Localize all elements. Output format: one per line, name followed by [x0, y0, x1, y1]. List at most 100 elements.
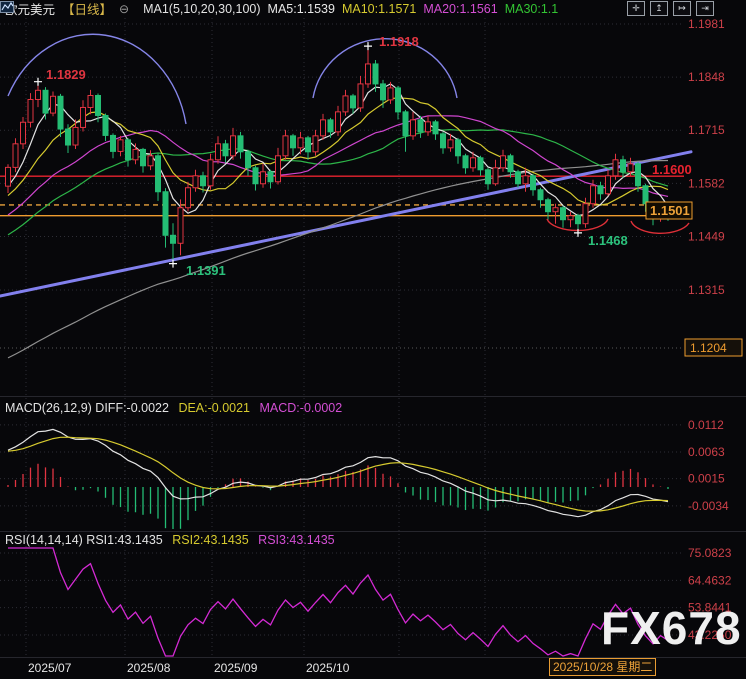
scale-up-icon[interactable]: ↥ — [650, 1, 668, 16]
candle-body — [343, 96, 348, 112]
x-axis-label: 2025/08 — [127, 661, 171, 675]
candle-body — [576, 216, 581, 224]
watermark-fx678: FX678 — [601, 605, 742, 651]
candle-body — [6, 167, 11, 186]
candle-body — [111, 135, 116, 151]
candle-body — [463, 156, 468, 168]
price-axis-label: 1.1715 — [688, 123, 725, 137]
rsi-panel-header: RSI(14,14,14) RSI1:43.1435 RSI2:43.1435 … — [5, 533, 341, 547]
macd-panel-header: MACD(26,12,9) DIFF:-0.0022 DEA:-0.0021 M… — [5, 401, 348, 415]
price-axis-label: 1.1582 — [688, 176, 725, 190]
candle-body — [141, 149, 146, 165]
candle-body — [103, 115, 108, 135]
candle-body — [298, 138, 303, 148]
candle-body — [531, 176, 536, 190]
candle-body — [493, 168, 498, 184]
candle-body — [546, 200, 551, 212]
candle-body — [568, 216, 573, 220]
macd-dea-label: DEA:-0.0021 — [178, 401, 250, 415]
swing-plus-marker — [34, 78, 42, 86]
candle-body — [606, 176, 611, 194]
candle-body — [81, 107, 86, 127]
swing-annotation: 1.1829 — [46, 67, 86, 82]
macd-axis-label: 0.0063 — [688, 445, 725, 459]
candle-body — [171, 235, 176, 243]
candle-body — [351, 96, 356, 108]
candle-body — [418, 120, 423, 132]
price-axis-label: 1.1848 — [688, 70, 725, 84]
ma-indicator-label: MA1(5,10,20,30,100) — [143, 2, 260, 16]
macd-diff-label: MACD(26,12,9) DIFF:-0.0022 — [5, 401, 169, 415]
candle-body — [283, 136, 288, 156]
candle-body — [186, 188, 191, 208]
candle-body — [598, 186, 603, 194]
macd-axis-label: 0.0112 — [688, 418, 724, 432]
pan-right-icon[interactable]: ⇥ — [696, 1, 714, 16]
ma5-legend: MA5:1.1539 — [268, 2, 335, 16]
rsi-axis-label: 64.4632 — [688, 573, 732, 587]
candle-body — [223, 144, 228, 156]
marked-low-label: 1.1204 — [690, 341, 727, 355]
candle-body — [508, 156, 513, 172]
scale-right-icon[interactable]: ↦ — [673, 1, 691, 16]
candle-body — [448, 140, 453, 148]
candle-body — [388, 88, 393, 100]
swing-annotation: 1.1468 — [588, 233, 628, 248]
candle-body — [88, 95, 93, 107]
swing-annotation: 1.1391 — [186, 263, 226, 278]
macd-axis-label: 0.0015 — [688, 472, 725, 486]
rsi1-label: RSI(14,14,14) RSI1:43.1435 — [5, 533, 163, 547]
candle-body — [411, 120, 416, 136]
candle-body — [336, 112, 341, 132]
rsi2-label: RSI2:43.1435 — [172, 533, 248, 547]
candle-body — [621, 160, 626, 172]
macd-dea-line — [8, 437, 668, 511]
rsi-line — [8, 548, 668, 656]
price-axis-label: 1.1449 — [688, 229, 725, 243]
x-axis-label: 2025/09 — [214, 661, 258, 675]
candle-body — [373, 64, 378, 84]
macd-macd-label: MACD:-0.0002 — [260, 401, 343, 415]
period-tag: 【日线】 — [62, 0, 112, 18]
candle-body — [538, 190, 543, 200]
chart-canvas[interactable]: 1.19811.18481.17151.15821.14491.13151.12… — [0, 0, 746, 679]
candle-body — [276, 156, 281, 182]
candle-body — [13, 144, 18, 168]
candle-body — [216, 144, 221, 160]
candle-body — [148, 156, 153, 166]
ma20-legend: MA20:1.1561 — [423, 2, 497, 16]
candle-body — [561, 208, 566, 220]
candle-body — [238, 136, 243, 152]
candle-body — [96, 95, 101, 115]
candle-body — [583, 204, 588, 224]
candle-body — [613, 160, 618, 176]
chart-window: 1.19811.18481.17151.15821.14491.13151.12… — [0, 0, 746, 679]
main-price-panel — [0, 34, 691, 358]
candle-body — [291, 136, 296, 148]
swing-annotation: 1.1918 — [379, 34, 419, 49]
candle-body — [208, 160, 213, 186]
candle-body — [456, 140, 461, 156]
cycle-arc-bottom — [631, 221, 689, 233]
macd-diff-line — [8, 429, 668, 516]
price-callout-label: 1.1501 — [650, 203, 690, 218]
price-axis-label: 1.1981 — [688, 17, 725, 31]
candle-body — [366, 64, 371, 84]
ma10-legend: MA10:1.1571 — [342, 2, 416, 16]
candle-body — [163, 192, 168, 236]
candle-body — [471, 158, 476, 168]
candle-body — [156, 156, 161, 192]
candle-body — [193, 176, 198, 188]
candle-body — [553, 208, 558, 212]
candle-body — [501, 156, 506, 168]
candle-body — [636, 164, 641, 186]
candle-body — [441, 134, 446, 148]
rsi3-label: RSI3:43.1435 — [258, 533, 334, 547]
crosshair-icon[interactable]: ✛ — [627, 1, 645, 16]
x-axis-label: 2025/07 — [28, 661, 72, 675]
candle-body — [591, 186, 596, 204]
candle-body — [306, 138, 311, 152]
candle-body — [426, 122, 431, 132]
collapse-icon[interactable]: ⊖ — [119, 2, 129, 16]
candle-body — [516, 172, 521, 184]
